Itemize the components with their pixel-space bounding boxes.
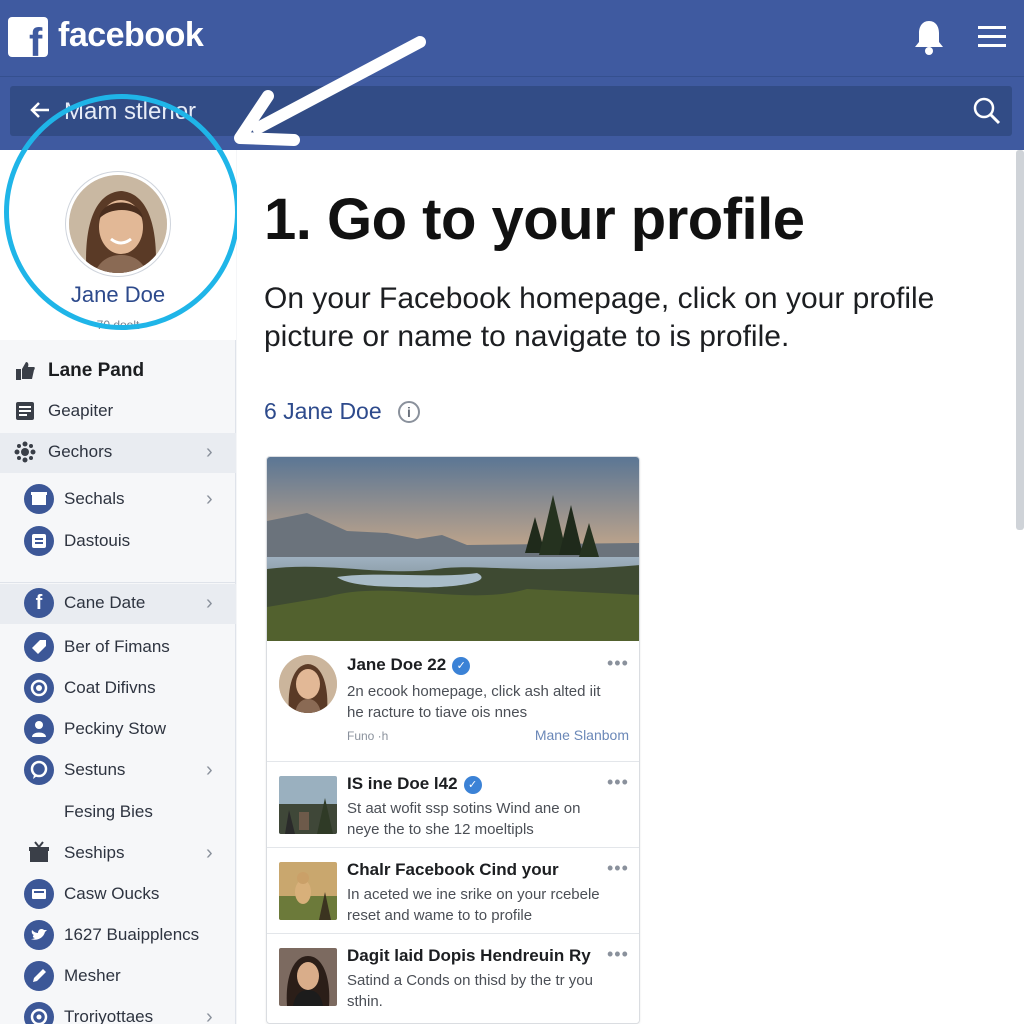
more-options-icon[interactable]: ••• xyxy=(607,944,629,965)
sidebar-item-seships[interactable]: Seships › xyxy=(0,834,236,874)
sidebar-item-label: Sestuns xyxy=(64,760,126,779)
sidebar-item-sechals[interactable]: Sechals › xyxy=(0,480,236,520)
sidebar-item-label: Mesher xyxy=(64,966,121,985)
more-options-icon[interactable]: ••• xyxy=(607,858,629,879)
pencil-icon xyxy=(24,961,54,991)
post-author-name: Jane Doe 22 xyxy=(347,655,447,674)
post-text: 2n ecook homepage, click ash alted iit h… xyxy=(347,683,601,721)
chevron-right-icon: › xyxy=(206,488,213,510)
step-description: On your Facebook homepage, click on your… xyxy=(264,282,935,353)
sidebar-item-label: Ber of Fimans xyxy=(64,637,170,656)
sidebar-item-dastouis[interactable]: Dastouis xyxy=(0,522,236,562)
post-author[interactable]: Jane Doe 22 ✓ xyxy=(347,655,471,675)
sidebar-item-peckiny-stow[interactable]: Peckiny Stow xyxy=(0,710,236,750)
pages-icon xyxy=(24,526,54,556)
post-author-name: IS ine Doe l42 xyxy=(347,774,458,793)
profile-name-link[interactable]: 6 Jane Doe xyxy=(264,398,382,425)
facebook-logo-icon[interactable]: f xyxy=(8,17,48,63)
sidebar-item-troriyottaes[interactable]: Troriyottaes › xyxy=(0,998,236,1024)
logo-letter: f xyxy=(29,21,43,65)
info-icon[interactable]: i xyxy=(398,401,420,423)
sidebar-item-lane-pand[interactable]: Lane Pand xyxy=(0,352,236,392)
more-options-icon[interactable]: ••• xyxy=(607,772,629,793)
post-author[interactable]: Chalr Facebook Cind your xyxy=(347,860,559,880)
sidebar-item-label: Fesing Bies xyxy=(64,802,153,821)
more-options-icon[interactable]: ••• xyxy=(607,653,629,674)
sidebar-item-label: Cane Date xyxy=(64,593,146,612)
list-item[interactable]: Chalr Facebook Cind your ••• In aceted w… xyxy=(267,847,639,933)
post-text: In aceted we ine srike on your rcebele r… xyxy=(347,886,600,924)
post-text: St aat wofit ssp sotins Wind ane on neye… xyxy=(347,800,581,838)
post-link[interactable]: Mane Slanbom xyxy=(535,727,629,743)
post-thumbnail[interactable] xyxy=(279,776,337,834)
sidebar-item-label: Sechals xyxy=(64,489,125,508)
page-title: 1. Go to your profile xyxy=(264,187,805,252)
chevron-right-icon: › xyxy=(206,592,213,614)
list-item[interactable]: Dagit laid Dopis Hendreuin Ry ••• Satind… xyxy=(267,933,639,1023)
sidebar-item-casw-oucks[interactable]: Casw Oucks xyxy=(0,875,236,915)
facebook-f-icon: f xyxy=(24,588,54,618)
post-thumbnail[interactable] xyxy=(279,862,337,920)
sidebar-item-gechors[interactable]: Gechors › xyxy=(0,433,236,473)
sidebar-item-label: Coat Difivns xyxy=(64,678,156,697)
person-icon xyxy=(24,714,54,744)
pointer-arrow-annotation xyxy=(234,36,426,146)
sidebar-item-label: Dastouis xyxy=(64,531,131,550)
tag-icon xyxy=(24,632,54,662)
globe-icon xyxy=(24,1002,54,1024)
twitter-bird-icon xyxy=(24,920,54,950)
sidebar-item-label: Seships xyxy=(64,843,125,862)
news-feed-icon xyxy=(14,400,36,422)
cover-photo[interactable] xyxy=(267,457,640,641)
list-item[interactable]: IS ine Doe l42 ✓ ••• St aat wofit ssp sot… xyxy=(267,761,639,847)
post-thumbnail[interactable] xyxy=(279,948,337,1006)
camera-icon xyxy=(24,673,54,703)
list-item[interactable]: Jane Doe 22 ✓ ••• 2n ecook homepage, clic… xyxy=(267,641,639,761)
sidebar-item-label: Peckiny Stow xyxy=(64,719,167,738)
top-navigation-bar: f facebook xyxy=(0,0,1024,76)
gift-box-icon xyxy=(24,838,54,868)
post-timestamp: Funo ·h xyxy=(347,729,389,743)
sidebar-item-fesing-bies[interactable]: Fesing Bies xyxy=(0,793,236,833)
thumbs-up-icon xyxy=(14,360,36,382)
sidebar-item-label: Lane Pand xyxy=(48,360,145,381)
messenger-icon xyxy=(24,755,54,785)
sidebar-item-geapiter[interactable]: Geapiter xyxy=(0,392,236,432)
sidebar-item-label: Gechors xyxy=(48,442,113,461)
sidebar-item-coat-difivns[interactable]: Coat Difivns xyxy=(0,669,236,709)
sidebar-item-label: Casw Oucks xyxy=(64,884,160,903)
sidebar-divider xyxy=(0,582,236,583)
profile-preview-card: Jane Doe 22 ✓ ••• 2n ecook homepage, clic… xyxy=(266,456,640,1024)
marketplace-icon xyxy=(24,484,54,514)
sidebar-item-cane-date[interactable]: f Cane Date › xyxy=(0,584,236,624)
chevron-right-icon: › xyxy=(206,441,213,463)
sidebar-item-mesher[interactable]: Mesher xyxy=(0,957,236,997)
bell-icon[interactable] xyxy=(912,18,946,56)
post-text: Satind a Conds on thisd by the tr you st… xyxy=(347,972,593,1010)
sidebar-item-label: 1627 Buaipplencs xyxy=(64,925,200,944)
video-icon xyxy=(24,879,54,909)
sidebar-item-ber-of-fimans[interactable]: Ber of Fimans xyxy=(0,628,236,668)
sidebar-item-label: Troriyottaes xyxy=(64,1007,154,1024)
post-author[interactable]: Dagit laid Dopis Hendreuin Ry xyxy=(347,946,591,966)
chevron-right-icon: › xyxy=(206,759,213,781)
highlight-circle-annotation xyxy=(4,94,240,330)
post-author[interactable]: IS ine Doe l42 ✓ xyxy=(347,774,482,794)
avatar[interactable] xyxy=(279,655,337,713)
sidebar-item-sestuns[interactable]: Sestuns › xyxy=(0,751,236,791)
brand-wordmark[interactable]: facebook xyxy=(58,16,204,55)
chevron-right-icon: › xyxy=(206,1006,213,1024)
sidebar-item-label: Geapiter xyxy=(48,401,114,420)
verified-badge-icon: ✓ xyxy=(463,776,482,794)
hamburger-menu-icon[interactable] xyxy=(976,18,1008,56)
settings-gear-icon xyxy=(14,441,36,463)
verified-badge-icon: ✓ xyxy=(452,657,471,675)
search-icon[interactable] xyxy=(972,96,1002,126)
scrollbar[interactable] xyxy=(1016,150,1024,530)
sidebar-item-buaipplencs[interactable]: 1627 Buaipplencs xyxy=(0,916,236,956)
chevron-right-icon: › xyxy=(206,842,213,864)
